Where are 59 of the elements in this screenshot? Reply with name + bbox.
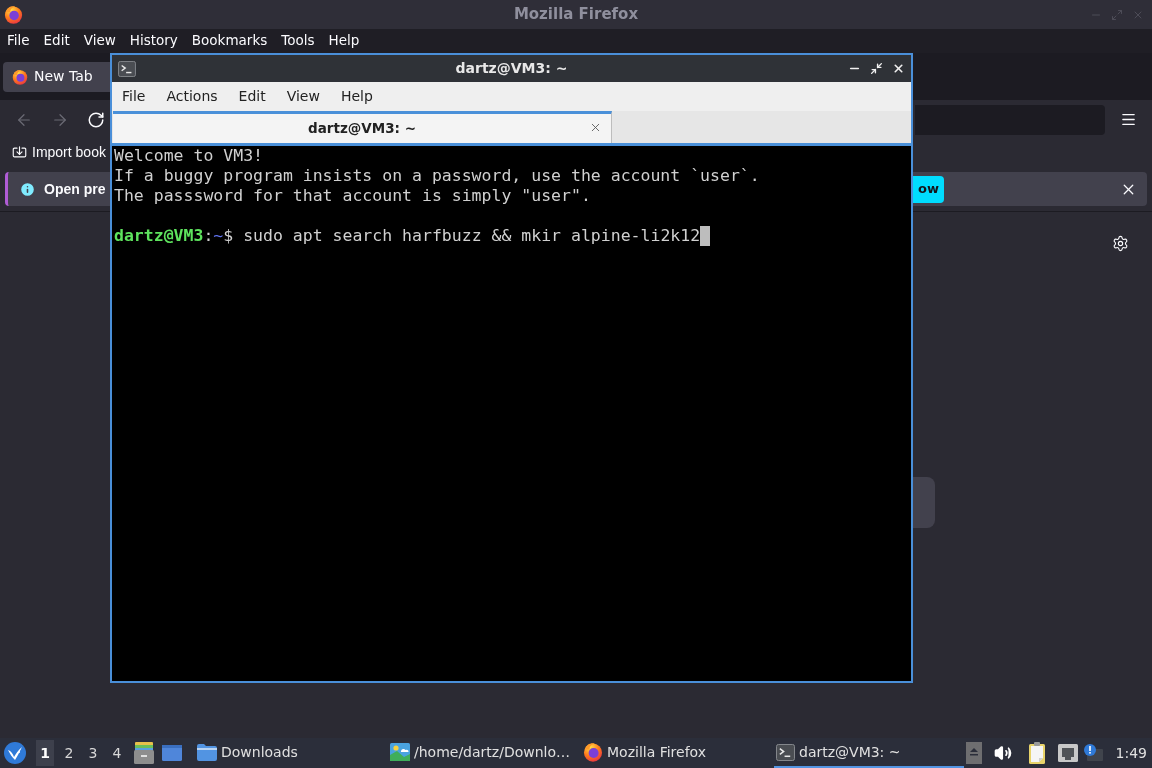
close-icon[interactable] [892, 62, 905, 75]
firefox-logo-icon [4, 5, 23, 24]
settings-icon[interactable] [1112, 235, 1129, 252]
output-line: Welcome to VM3! [114, 146, 263, 166]
info-icon [19, 180, 36, 198]
terminal-icon [118, 60, 136, 77]
firefox-logo-icon [583, 742, 603, 762]
workspace-button[interactable]: 4 [108, 740, 126, 766]
task-button[interactable]: Downloads [195, 738, 385, 768]
task-button[interactable]: /home/dartz/Downlo… [388, 738, 578, 768]
volume-icon[interactable] [993, 744, 1012, 762]
notification-button[interactable]: ow [913, 175, 944, 203]
close-icon[interactable] [589, 121, 602, 134]
menu-item[interactable]: Bookmarks [191, 34, 268, 48]
window-title: Mozilla Firefox [513, 4, 639, 26]
notification-text: Open pre [44, 179, 106, 199]
menu-item[interactable]: Edit [238, 86, 266, 107]
firefox-logo-icon [12, 68, 28, 85]
image-icon [390, 743, 410, 761]
menu-item[interactable]: Help [340, 86, 373, 107]
menu-item[interactable]: View [286, 86, 320, 107]
menu-icon [1119, 111, 1137, 128]
reload-button[interactable] [87, 110, 105, 129]
cursor-icon [700, 226, 711, 246]
clipboard-icon[interactable] [1028, 742, 1047, 764]
terminal-tab[interactable]: dartz@VM3: ~ [113, 111, 612, 143]
menu-item[interactable]: Actions [166, 86, 218, 107]
menu-item[interactable]: File [7, 34, 30, 48]
terminal-icon [776, 743, 795, 761]
tab-label: dartz@VM3: ~ [308, 119, 416, 139]
task-button[interactable]: Mozilla Firefox [581, 738, 771, 768]
browser-tab[interactable]: New Tab [3, 61, 110, 92]
bookmark-item[interactable]: Import book [32, 142, 106, 163]
prompt-line: dartz@VM3:~$ sudo apt search harfbuzz && mkir alpine-li2k12 [114, 226, 701, 246]
menu-item[interactable]: Edit [43, 34, 70, 48]
task-button[interactable]: dartz@VM3: ~ [774, 738, 964, 768]
notification-icon[interactable] [1082, 743, 1103, 763]
menu-item[interactable]: File [122, 86, 146, 107]
import-icon [12, 145, 27, 160]
restore-icon[interactable] [870, 62, 883, 75]
menu-item[interactable]: Tools [281, 34, 315, 48]
workspace-button[interactable]: 2 [60, 740, 78, 766]
output-line: The passsword for that account is simply "user". [114, 186, 591, 206]
menu-item[interactable]: Help [328, 34, 360, 48]
menu-item[interactable]: View [83, 34, 116, 48]
output-line: If a buggy program insists on a password, use the account `user`. [114, 166, 760, 186]
eject-icon[interactable] [965, 742, 982, 764]
file-cabinet-icon[interactable] [134, 742, 154, 764]
reload-icon [87, 110, 105, 129]
menu-item[interactable]: History [129, 34, 178, 48]
start-menu-icon[interactable] [4, 742, 26, 764]
card-edge [913, 477, 935, 528]
folder-icon [197, 743, 217, 761]
window-title: dartz@VM3: ~ [455, 59, 568, 78]
clock[interactable]: 1:49 [1115, 742, 1147, 764]
workspace-button[interactable]: 1 [36, 740, 54, 766]
network-icon[interactable] [1057, 744, 1078, 762]
tab-label: New Tab [34, 67, 93, 86]
workspace-button[interactable]: 3 [84, 740, 102, 766]
